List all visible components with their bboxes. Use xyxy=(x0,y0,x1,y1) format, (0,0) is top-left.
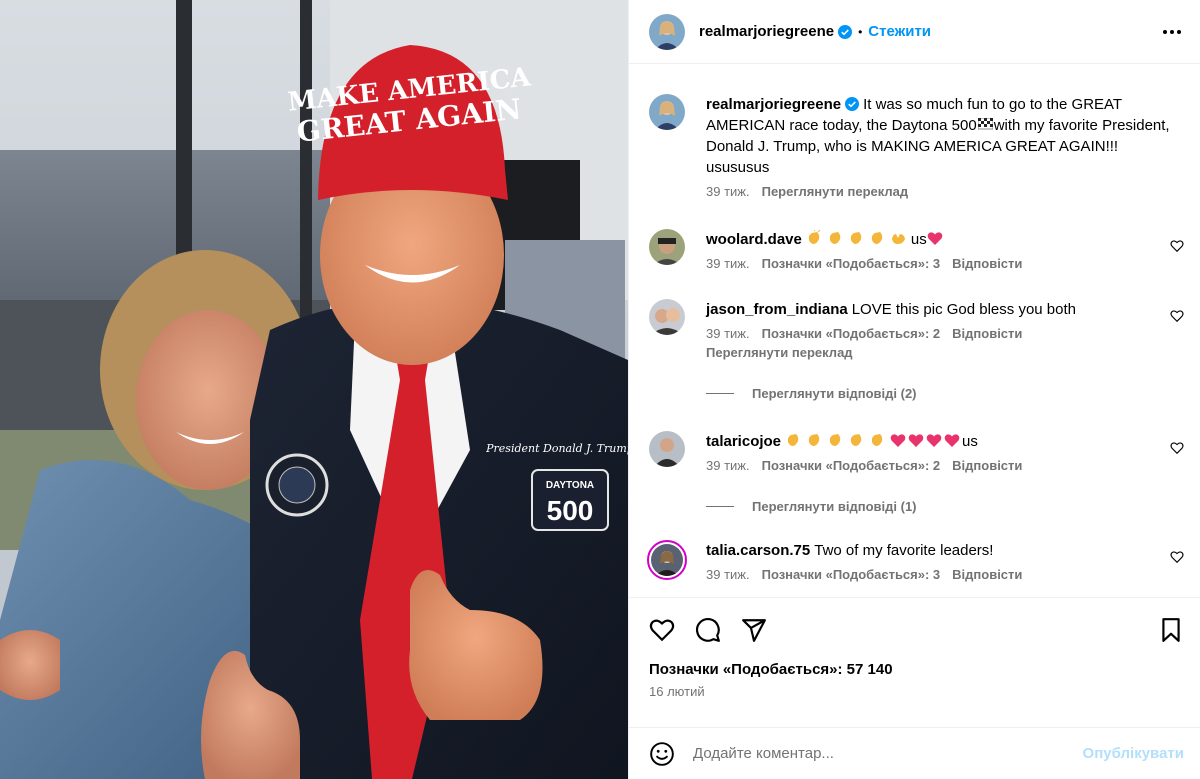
commenter-username[interactable]: jason_from_indiana xyxy=(706,301,848,318)
clap-emoji-row xyxy=(806,230,911,248)
likes-count[interactable]: Позначки «Подобається»: 57 140 xyxy=(629,661,1200,678)
comment-text-suffix: us xyxy=(962,433,978,450)
comment-time[interactable]: 39 тиж. xyxy=(706,326,750,341)
separator-dot: • xyxy=(858,24,863,39)
heart-emoji-row xyxy=(890,433,962,450)
replies-line xyxy=(706,393,734,394)
emoji-icon[interactable] xyxy=(649,741,675,767)
comment-likes-link[interactable]: Позначки «Подобається»: 3 xyxy=(762,256,941,271)
comment-item: talia.carson.75 Two of my favorite leader… xyxy=(647,540,1184,582)
comment-text: LOVE this pic God bless you both xyxy=(851,301,1076,318)
follow-button[interactable]: Стежити xyxy=(868,23,931,40)
post-details-panel: realmarjoriegreene • Стежити realmarjori… xyxy=(628,0,1200,779)
daytona-word: DAYTONA xyxy=(546,480,594,491)
heart-emoji xyxy=(927,232,943,245)
comment-input[interactable] xyxy=(693,745,1083,762)
commenter-username[interactable]: talia.carson.75 xyxy=(706,542,810,559)
commenter-username[interactable]: woolard.dave xyxy=(706,231,802,248)
add-comment-bar: Опублікувати xyxy=(629,727,1200,779)
caption-username[interactable]: realmarjoriegreene xyxy=(706,96,841,113)
view-replies-label: Переглянути відповіді (1) xyxy=(752,499,917,514)
comment-time[interactable]: 39 тиж. xyxy=(706,458,750,473)
bookmark-icon[interactable] xyxy=(1158,617,1184,643)
like-comment-heart-icon[interactable] xyxy=(1170,239,1184,253)
comment-likes-link[interactable]: Позначки «Подобається»: 3 xyxy=(762,567,941,582)
reply-button[interactable]: Відповісти xyxy=(952,567,1022,582)
comment-item: woolard.dave us 39 тиж. Позначки «Подобає… xyxy=(649,229,1184,271)
photo-illustration: MAKE AMERICA GREAT AGAIN President Donal… xyxy=(0,0,628,779)
comment-item: talaricojoe us 39 тиж. Позначки «Подобаєт… xyxy=(649,431,1184,473)
daytona-number: 500 xyxy=(547,495,594,526)
more-options-icon[interactable] xyxy=(1160,20,1184,44)
replies-line xyxy=(706,506,734,507)
commenter-avatar[interactable] xyxy=(649,299,685,335)
like-comment-heart-icon[interactable] xyxy=(1170,550,1184,564)
view-replies-button[interactable]: Переглянути відповіді (1) xyxy=(706,499,1184,514)
share-icon[interactable] xyxy=(741,617,767,643)
reply-button[interactable]: Відповісти xyxy=(952,256,1022,271)
heart-icon[interactable] xyxy=(649,617,675,643)
commenter-avatar[interactable] xyxy=(649,431,685,467)
post-header: realmarjoriegreene • Стежити xyxy=(629,0,1200,64)
reply-button[interactable]: Відповісти xyxy=(952,458,1022,473)
caption-translate-link[interactable]: Переглянути переклад xyxy=(762,184,909,199)
comment-icon[interactable] xyxy=(695,617,721,643)
author-avatar[interactable] xyxy=(649,13,685,50)
post-caption: realmarjoriegreene It was so much fun to … xyxy=(649,94,1184,199)
like-comment-heart-icon[interactable] xyxy=(1170,441,1184,455)
commenter-username[interactable]: talaricojoe xyxy=(706,433,781,450)
checkered-flag-emoji xyxy=(977,118,993,130)
clap-emoji-row xyxy=(785,433,890,450)
comment-item: jason_from_indiana LOVE this pic God bles… xyxy=(649,299,1184,360)
reply-button[interactable]: Відповісти xyxy=(952,326,1022,341)
comment-time[interactable]: 39 тиж. xyxy=(706,567,750,582)
post-actions-bar xyxy=(629,597,1200,661)
comment-time[interactable]: 39 тиж. xyxy=(706,256,750,271)
commenter-avatar-story-ring[interactable] xyxy=(647,540,687,580)
caption-author-avatar[interactable] xyxy=(649,94,685,130)
view-replies-button[interactable]: Переглянути відповіді (2) xyxy=(706,386,1184,401)
comment-text: Two of my favorite leaders! xyxy=(814,542,994,559)
jacket-signature: President Donald J. Trump xyxy=(485,442,628,455)
author-username[interactable]: realmarjoriegreene xyxy=(699,23,834,40)
caption-time[interactable]: 39 тиж. xyxy=(706,184,750,199)
verified-badge-icon xyxy=(838,24,853,39)
verified-badge-icon xyxy=(845,97,860,111)
comment-translate-link[interactable]: Переглянути переклад xyxy=(706,345,1158,360)
comment-likes-link[interactable]: Позначки «Подобається»: 2 xyxy=(762,458,941,473)
comment-likes-link[interactable]: Позначки «Подобається»: 2 xyxy=(762,326,941,341)
view-replies-label: Переглянути відповіді (2) xyxy=(752,386,917,401)
like-comment-heart-icon[interactable] xyxy=(1170,309,1184,323)
post-photo[interactable]: MAKE AMERICA GREAT AGAIN President Donal… xyxy=(0,0,628,779)
commenter-avatar[interactable] xyxy=(649,229,685,265)
comment-text-suffix: us xyxy=(910,231,927,248)
post-date[interactable]: 16 лютий xyxy=(629,678,1200,699)
publish-button[interactable]: Опублікувати xyxy=(1083,745,1184,762)
comments-list[interactable]: realmarjoriegreene It was so much fun to … xyxy=(629,64,1200,597)
